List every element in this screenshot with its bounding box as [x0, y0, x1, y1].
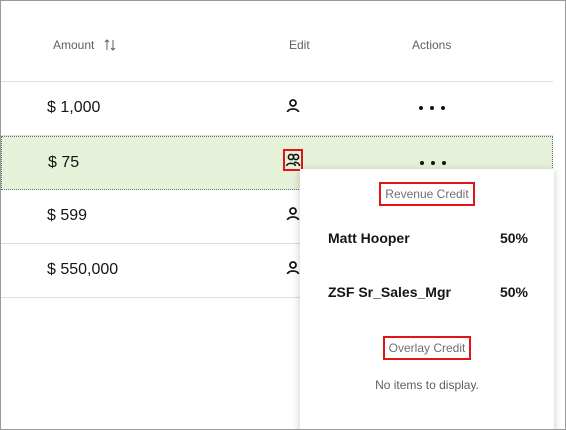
person-icon[interactable] — [285, 206, 301, 222]
amount-cell: $ 550,000 — [47, 261, 119, 278]
credit-recipient-name: Matt Hooper — [328, 230, 410, 246]
overlay-credit-heading: Overlay Credit — [300, 336, 554, 360]
credit-percent: 50% — [499, 230, 528, 246]
actions-menu-button[interactable] — [420, 157, 446, 169]
credits-table-panel: Amount Edit Actions $ 1,000 $ 75 $ 599 $… — [0, 0, 566, 430]
person-icon[interactable] — [285, 260, 301, 276]
dot — [441, 106, 445, 110]
table-row[interactable]: $ 1,000 — [1, 82, 553, 136]
dot — [442, 161, 446, 165]
edit-credits-button[interactable] — [283, 149, 303, 171]
dot — [431, 161, 435, 165]
dot — [420, 161, 424, 165]
sort-icon[interactable] — [104, 39, 116, 51]
revenue-credit-row: ZSF Sr_Sales_Mgr 50% — [328, 284, 528, 300]
column-header-edit: Edit — [289, 38, 310, 52]
column-header-actions-label: Actions — [412, 38, 452, 52]
table-header: Amount Edit Actions — [1, 1, 553, 82]
amount-cell: $ 75 — [48, 154, 80, 171]
people-icon — [285, 153, 301, 167]
dot — [419, 106, 423, 110]
revenue-credit-title: Revenue Credit — [379, 182, 475, 206]
credit-percent: 50% — [499, 284, 528, 300]
actions-menu-button[interactable] — [419, 102, 445, 114]
column-header-actions: Actions — [412, 38, 451, 52]
dot — [430, 106, 434, 110]
column-header-amount[interactable]: Amount — [53, 38, 116, 52]
amount-cell: $ 1,000 — [47, 99, 101, 116]
person-icon[interactable] — [285, 98, 301, 114]
amount-cell: $ 599 — [47, 207, 88, 224]
overlay-empty-message: No items to display. — [375, 378, 479, 392]
overlay-credit-title: Overlay Credit — [382, 336, 472, 360]
credit-recipient-name: ZSF Sr_Sales_Mgr — [328, 284, 451, 300]
revenue-credit-heading: Revenue Credit — [300, 182, 554, 206]
revenue-credit-row: Matt Hooper 50% — [328, 230, 528, 246]
credits-popup: Revenue Credit Matt Hooper 50% ZSF Sr_Sa… — [300, 169, 554, 429]
column-header-edit-label: Edit — [289, 38, 310, 52]
column-header-amount-label: Amount — [53, 38, 95, 52]
